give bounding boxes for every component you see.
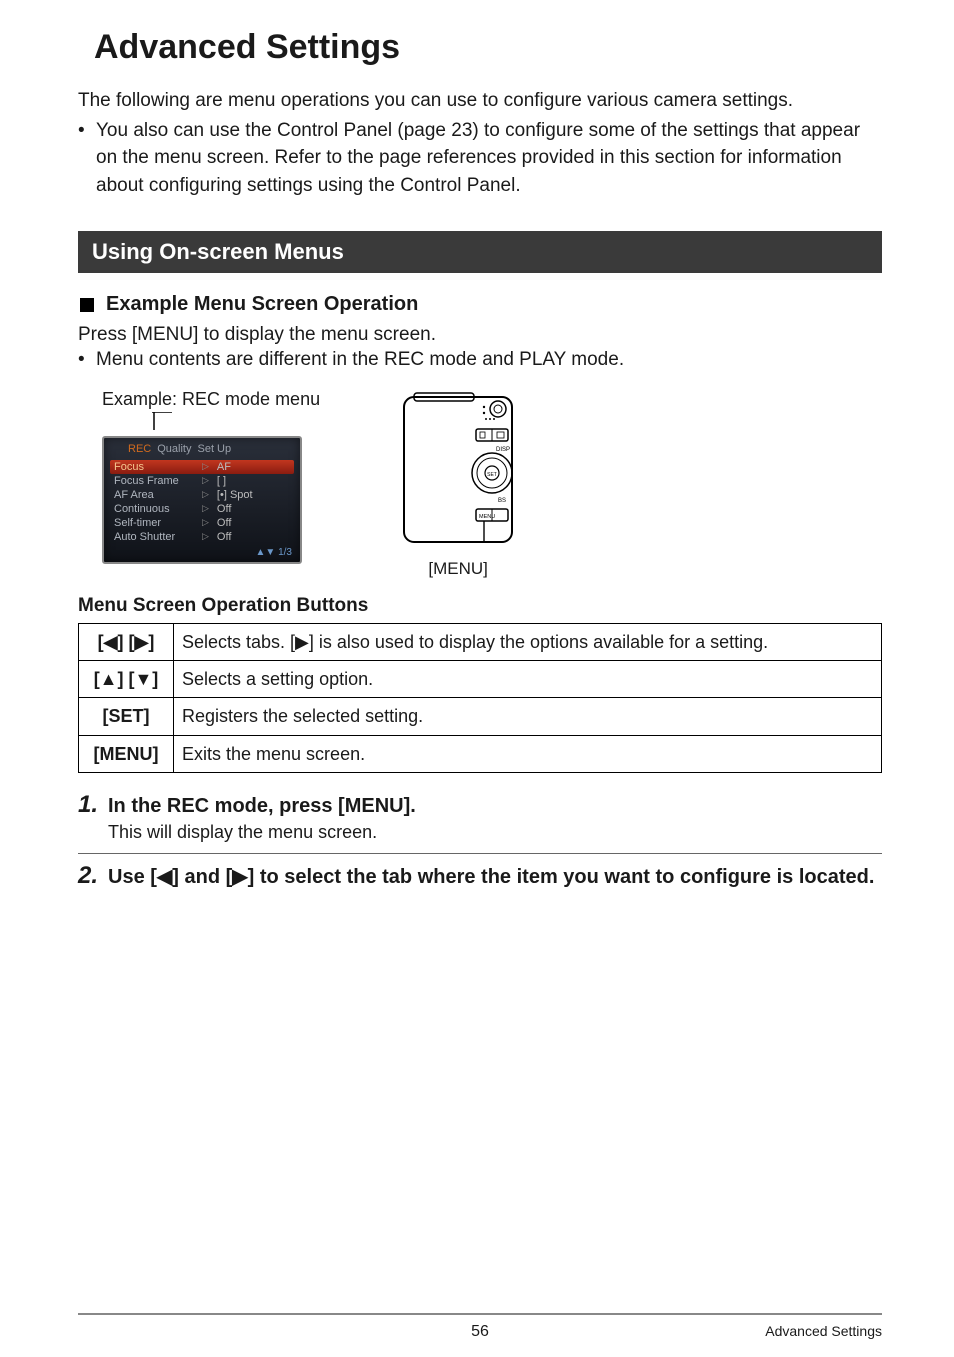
menu-button-label: [MENU] xyxy=(398,559,518,579)
table-key: [MENU] xyxy=(79,735,174,772)
bullet-marker: • xyxy=(78,117,96,145)
page-number: 56 xyxy=(78,1323,882,1341)
step-text: Use [◀] and [▶] to select the tab where … xyxy=(108,864,874,891)
menu-tab-rec: REC xyxy=(128,443,151,455)
example-caption: Example: REC mode menu xyxy=(102,389,320,410)
step-divider xyxy=(78,853,882,854)
bullet-marker: • xyxy=(78,349,96,371)
menu-row: Auto Shutter ▷ Off xyxy=(110,530,294,544)
subheading-row: Example Menu Screen Operation xyxy=(78,293,882,316)
menu-row: AF Area ▷ [•] Spot xyxy=(110,488,294,502)
footer-line xyxy=(78,1313,882,1315)
camera-back-icon: DISP SET BS MENU xyxy=(398,533,518,554)
step-2: 2. Use [◀] and [▶] to select the tab whe… xyxy=(78,862,882,891)
menu-row: Continuous ▷ Off xyxy=(110,502,294,516)
figure-right: DISP SET BS MENU [MENU] xyxy=(398,389,518,579)
section-bar: Using On-screen Menus xyxy=(78,231,882,273)
press-bullet-text: Menu contents are different in the REC m… xyxy=(96,349,624,371)
page-title: Advanced Settings xyxy=(94,28,882,67)
steps: 1. In the REC mode, press [MENU]. This w… xyxy=(78,791,882,891)
table-key: [▲] [▼] xyxy=(79,661,174,698)
menu-tab-setup: Set Up xyxy=(197,443,231,455)
subheading-text: Example Menu Screen Operation xyxy=(106,293,418,316)
square-icon xyxy=(80,298,94,312)
svg-text:BS: BS xyxy=(498,498,506,504)
table-row: [▲] [▼] Selects a setting option. xyxy=(79,661,882,698)
table-desc: Selects a setting option. xyxy=(174,661,882,698)
table-desc: Exits the menu screen. xyxy=(174,735,882,772)
figure-row: Example: REC mode menu REC Quality Set U… xyxy=(78,389,882,579)
svg-text:SET: SET xyxy=(487,472,497,478)
svg-text:MENU: MENU xyxy=(479,514,495,520)
camera-menu-screenshot: REC Quality Set Up Focus ▷ AF Focus Fram… xyxy=(102,436,302,564)
pointer-line-icon xyxy=(152,412,172,430)
buttons-table: [◀] [▶] Selects tabs. [▶] is also used t… xyxy=(78,623,882,773)
table-key: [◀] [▶] xyxy=(79,623,174,660)
table-desc: Registers the selected setting. xyxy=(174,698,882,735)
figure-left: Example: REC mode menu REC Quality Set U… xyxy=(102,389,320,564)
menu-row: Focus Frame ▷ [ ] xyxy=(110,474,294,488)
table-row: [SET] Registers the selected setting. xyxy=(79,698,882,735)
step-number: 1. xyxy=(78,791,108,819)
step-1: 1. In the REC mode, press [MENU]. This w… xyxy=(78,791,882,843)
intro-bullet-text: You also can use the Control Panel (page… xyxy=(96,117,882,200)
table-heading: Menu Screen Operation Buttons xyxy=(78,595,882,617)
step-note: This will display the menu screen. xyxy=(108,822,882,843)
intro-bullet: • You also can use the Control Panel (pa… xyxy=(78,117,882,200)
menu-row: Focus ▷ AF xyxy=(110,460,294,474)
intro-text: The following are menu operations you ca… xyxy=(78,87,882,115)
table-key: [SET] xyxy=(79,698,174,735)
menu-tab-quality: Quality xyxy=(157,443,191,455)
press-bullet: • Menu contents are different in the REC… xyxy=(78,349,882,371)
table-row: [MENU] Exits the menu screen. xyxy=(79,735,882,772)
menu-row: Self-timer ▷ Off xyxy=(110,516,294,530)
press-text: Press [MENU] to display the menu screen. xyxy=(78,322,882,349)
table-row: [◀] [▶] Selects tabs. [▶] is also used t… xyxy=(79,623,882,660)
svg-text:DISP: DISP xyxy=(496,447,510,453)
step-text: In the REC mode, press [MENU]. xyxy=(108,793,416,820)
step-number: 2. xyxy=(78,862,108,890)
page-footer: 56 Advanced Settings xyxy=(78,1313,882,1339)
menu-pager: ▲▼ 1/3 xyxy=(106,546,298,560)
table-desc: Selects tabs. [▶] is also used to displa… xyxy=(174,623,882,660)
